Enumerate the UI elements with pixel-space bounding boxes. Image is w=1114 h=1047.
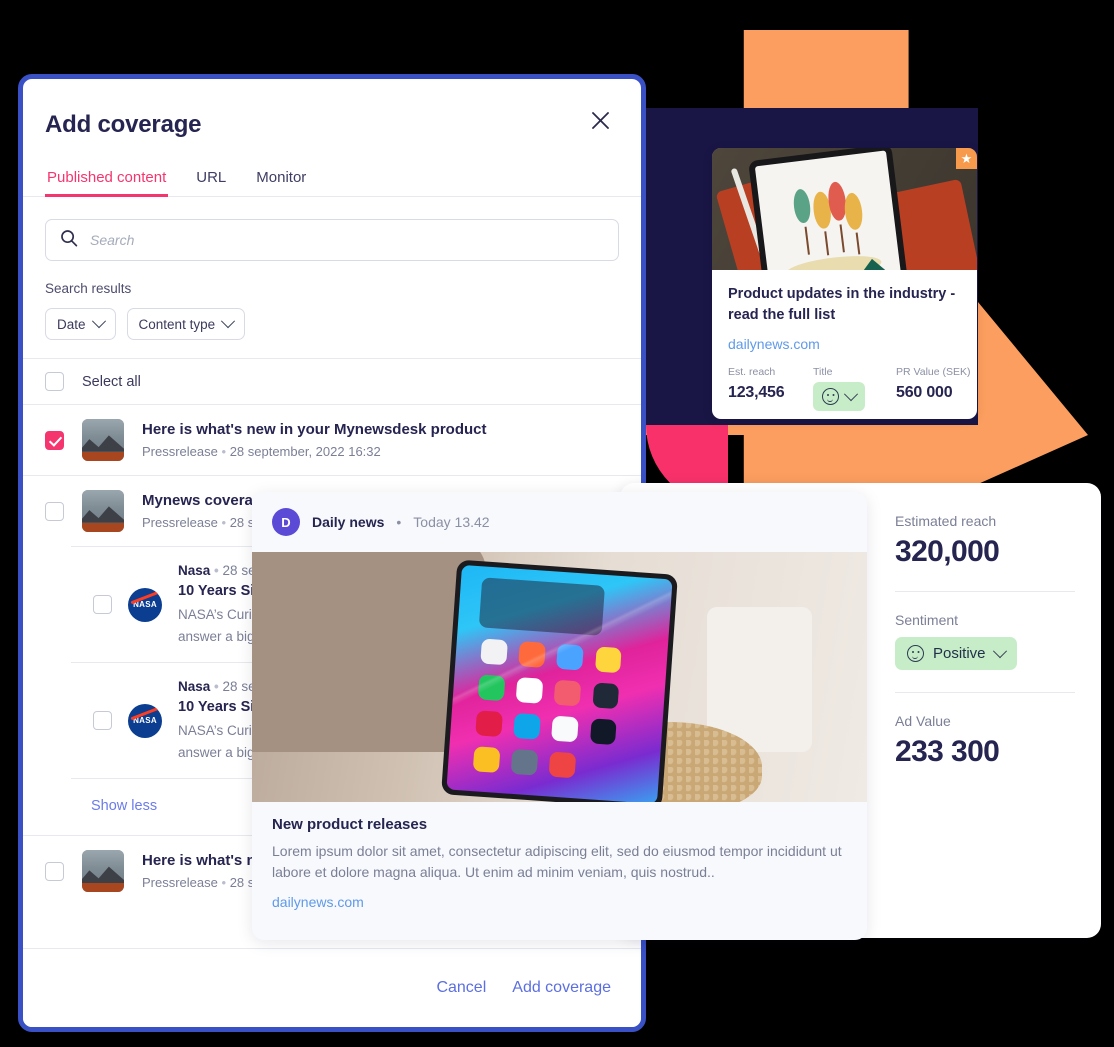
metric-sentiment: Sentiment Positive bbox=[895, 612, 1075, 670]
card-link[interactable]: dailynews.com bbox=[728, 336, 961, 352]
feed-description: Lorem ipsum dolor sit amet, consectetur … bbox=[272, 843, 842, 880]
show-less-link[interactable]: Show less bbox=[91, 798, 157, 814]
coverage-preview-card[interactable]: ★ Product updates in the industry - read… bbox=[712, 148, 977, 419]
row-type: Pressrelease bbox=[142, 875, 218, 891]
metric-value: 233 300 bbox=[895, 735, 1000, 768]
sentiment-dropdown[interactable] bbox=[813, 382, 865, 412]
feed-link[interactable]: dailynews.com bbox=[272, 894, 847, 910]
nasa-logo-icon: NASA bbox=[128, 587, 162, 622]
feed-image bbox=[252, 552, 867, 802]
stat-label: Est. reach bbox=[728, 366, 776, 379]
search-box[interactable] bbox=[45, 219, 619, 261]
select-all-row[interactable]: Select all bbox=[23, 359, 641, 404]
cancel-button[interactable]: Cancel bbox=[436, 979, 486, 997]
row-thumbnail bbox=[82, 850, 124, 893]
row-checkbox[interactable] bbox=[93, 711, 112, 731]
row-title: Here is what's new in your Mynewsdesk pr… bbox=[142, 421, 487, 438]
search-icon bbox=[60, 229, 78, 252]
avatar: D bbox=[272, 508, 300, 536]
row-type: Pressrelease bbox=[142, 444, 218, 459]
stat-title: Title bbox=[813, 366, 896, 412]
table-row[interactable]: Here is what's new in your Mynewsdesk pr… bbox=[23, 404, 641, 475]
stat-est-reach: Est. reach 123,456 bbox=[728, 366, 813, 411]
row-checkbox[interactable] bbox=[45, 861, 64, 881]
close-icon[interactable] bbox=[585, 105, 615, 135]
page-title: Add coverage bbox=[45, 111, 202, 138]
chevron-down-icon bbox=[221, 314, 236, 329]
chevron-down-icon bbox=[91, 314, 106, 329]
metric-estimated-reach: Estimated reach 320,000 bbox=[895, 513, 1075, 569]
smiley-icon bbox=[907, 645, 924, 662]
select-all-label: Select all bbox=[82, 373, 141, 390]
row-type: Pressrelease bbox=[142, 515, 218, 530]
row-meta: Pressrelease • 28 september, 2022 16:32 bbox=[142, 444, 487, 459]
tab-monitor[interactable]: Monitor bbox=[254, 169, 308, 197]
tab-url[interactable]: URL bbox=[194, 169, 228, 197]
meta-separator: • bbox=[221, 444, 227, 459]
card-image: ★ bbox=[712, 148, 977, 270]
tab-published-content[interactable]: Published content bbox=[45, 169, 169, 197]
stat-label: PR Value (SEK) bbox=[896, 366, 971, 379]
feed-title: New product releases bbox=[272, 816, 428, 833]
item-source: Nasa bbox=[178, 679, 211, 695]
feed-header: D Daily news • Today 13.42 bbox=[252, 492, 867, 552]
smiley-icon bbox=[822, 388, 839, 406]
meta-separator: • bbox=[214, 679, 219, 695]
search-results-label: Search results bbox=[45, 281, 132, 296]
filter-row: Date Content type bbox=[23, 296, 641, 340]
add-coverage-button[interactable]: Add coverage bbox=[512, 979, 611, 997]
metric-label: Estimated reach bbox=[895, 513, 997, 529]
modal-header: Add coverage bbox=[23, 79, 641, 139]
row-date: 28 september, 2022 16:32 bbox=[229, 444, 381, 459]
select-all-checkbox[interactable] bbox=[45, 372, 64, 391]
meta-separator: • bbox=[214, 563, 219, 578]
search-input[interactable] bbox=[88, 231, 604, 249]
metrics-list: Estimated reach 320,000 Sentiment Positi… bbox=[873, 483, 1101, 769]
modal-tabs: Published content URL Monitor bbox=[23, 169, 641, 197]
row-checkbox[interactable] bbox=[45, 501, 64, 521]
feed-body: New product releases Lorem ipsum dolor s… bbox=[252, 802, 867, 910]
divider bbox=[895, 692, 1075, 693]
search-section bbox=[23, 197, 641, 261]
feed-post-card[interactable]: D Daily news • Today 13.42 New product r… bbox=[252, 492, 867, 940]
card-stats: Est. reach 123,456 Title PR Value (SEK) … bbox=[728, 366, 971, 412]
composition-stage: Add coverage Published content URL Monit… bbox=[0, 0, 1114, 1047]
stat-value: 560 000 bbox=[896, 384, 953, 402]
card-body: Product updates in the industry - read t… bbox=[712, 270, 977, 412]
stat-value: 123,456 bbox=[728, 384, 785, 402]
star-icon: ★ bbox=[956, 148, 977, 169]
row-thumbnail bbox=[82, 490, 124, 532]
metric-label: Sentiment bbox=[895, 612, 959, 628]
meta-separator: • bbox=[396, 514, 402, 530]
stat-pr-value: PR Value (SEK) 560 000 bbox=[896, 366, 971, 411]
feed-source: Daily news bbox=[312, 514, 385, 530]
meta-separator: • bbox=[221, 875, 227, 891]
item-source: Nasa bbox=[178, 563, 211, 578]
filter-date[interactable]: Date bbox=[45, 308, 116, 340]
feed-timestamp: Today 13.42 bbox=[413, 514, 490, 530]
nasa-logo-icon: NASA bbox=[128, 703, 162, 738]
divider bbox=[895, 591, 1075, 592]
metric-value: 320,000 bbox=[895, 535, 1000, 568]
row-thumbnail bbox=[82, 419, 124, 461]
sentiment-dropdown[interactable]: Positive bbox=[895, 637, 1017, 670]
metric-ad-value: Ad Value 233 300 bbox=[895, 713, 1075, 769]
metric-label: Ad Value bbox=[895, 713, 951, 729]
card-title: Product updates in the industry - read t… bbox=[728, 286, 956, 323]
filter-content-type-label: Content type bbox=[138, 316, 216, 332]
sentiment-value: Positive bbox=[933, 645, 986, 662]
modal-footer: Cancel Add coverage bbox=[23, 948, 641, 1027]
stat-label: Title bbox=[813, 366, 833, 379]
row-checkbox[interactable] bbox=[45, 430, 64, 450]
chevron-down-icon bbox=[843, 386, 859, 401]
filter-date-label: Date bbox=[57, 316, 86, 332]
chevron-down-icon bbox=[992, 643, 1007, 658]
filter-content-type[interactable]: Content type bbox=[126, 308, 246, 340]
row-checkbox[interactable] bbox=[93, 595, 112, 615]
meta-separator: • bbox=[221, 515, 227, 530]
